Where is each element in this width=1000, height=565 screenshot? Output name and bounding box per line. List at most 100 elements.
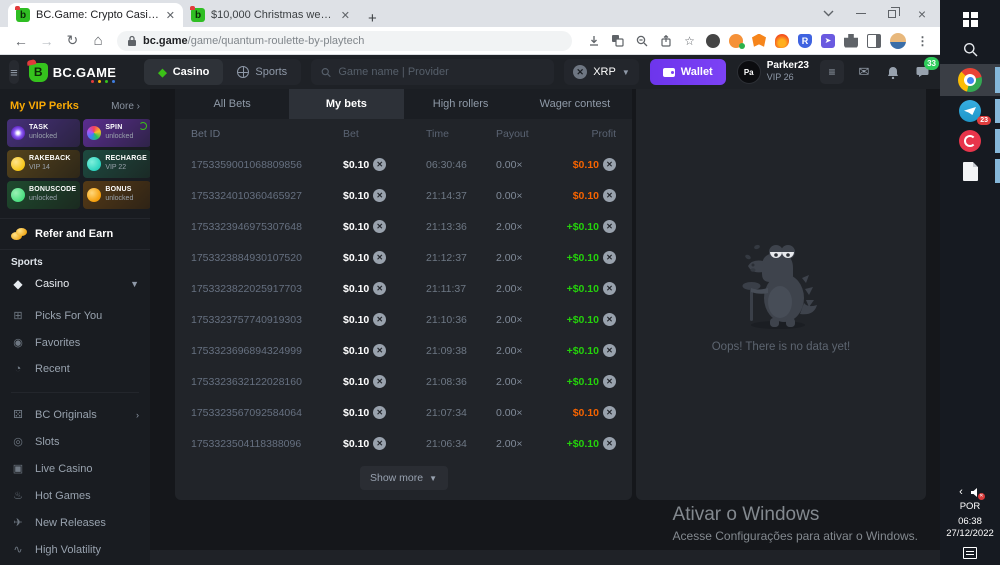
bet-row[interactable]: 1753323632122028160 $0.10✕ 21:08:36 2.00… [175, 366, 632, 397]
basketball-icon [237, 66, 249, 78]
sidebar-item[interactable]: Live Casino [0, 455, 150, 482]
vip-more-link[interactable]: More › [111, 101, 140, 112]
sidebar-item[interactable]: New Releases [0, 509, 150, 536]
bet-row[interactable]: 1753323946975307648 $0.10✕ 21:13:36 2.00… [175, 211, 632, 242]
zoom-icon[interactable] [634, 33, 649, 48]
bet-id: 1753323822025917703 [191, 283, 343, 295]
taskbar-red-app-button[interactable] [940, 126, 1000, 156]
bet-profit: +$0.10✕ [558, 282, 616, 295]
bet-row[interactable]: 1753323696894324999 $0.10✕ 21:09:38 2.00… [175, 335, 632, 366]
home-icon[interactable]: ⌂ [87, 32, 109, 49]
bet-id: 1753323946975307648 [191, 221, 343, 233]
share-icon[interactable] [658, 33, 673, 48]
extension-flame-icon[interactable] [775, 34, 789, 48]
sidebar-item[interactable]: Favorites [0, 329, 150, 356]
language-indicator[interactable]: POR [960, 501, 981, 513]
taskbar-search-button[interactable] [940, 34, 1000, 64]
vip-perk-card[interactable]: BONUS unlocked [83, 181, 150, 209]
username: Parker23 VIP 26 [767, 60, 809, 84]
window-controls: × [823, 0, 940, 27]
taskbar-chrome-button[interactable] [940, 64, 1000, 96]
metamask-icon[interactable] [752, 34, 766, 48]
sidebar-item[interactable]: Recent [0, 356, 150, 382]
bet-row[interactable]: 1753323822025917703 $0.10✕ 21:11:37 2.00… [175, 273, 632, 304]
currency-selector[interactable]: ✕ XRP ▼ [564, 59, 639, 85]
vip-perk-card[interactable]: RECHARGE VIP 22 [83, 150, 150, 178]
chat-icon[interactable]: 33 [913, 63, 931, 81]
sidebar-item[interactable]: Hot Games [0, 482, 150, 509]
back-icon[interactable]: ← [10, 33, 32, 49]
new-tab-button[interactable]: + [368, 10, 377, 27]
bet-list-icon[interactable]: ≡ [820, 60, 844, 84]
bell-icon[interactable] [884, 63, 902, 81]
tab-close-icon[interactable]: ✕ [166, 9, 175, 22]
start-button[interactable] [940, 4, 1000, 34]
sidebar-item[interactable]: BC Originals › [0, 401, 150, 428]
browser-tab-1[interactable]: b BC.Game: Crypto Casino Games ✕ [8, 3, 183, 27]
coins-icon [11, 228, 27, 240]
user-profile[interactable]: Pa Parker23 VIP 26 [737, 60, 809, 84]
restore-button[interactable] [888, 10, 896, 18]
bet-time: 21:07:34 [426, 407, 496, 419]
extension-icon[interactable] [706, 34, 720, 48]
browser-profile-avatar[interactable] [890, 33, 906, 49]
taskbar-telegram-button[interactable]: 23 [940, 96, 1000, 126]
wallet-button[interactable]: Wallet [650, 59, 726, 85]
nav-casino-button[interactable]: ◆ Casino [144, 59, 223, 85]
sidebar-item[interactable]: High Volatility [0, 536, 150, 563]
bet-amount: $0.10 [343, 438, 369, 450]
bets-tab[interactable]: High rollers [404, 89, 518, 119]
browser-tab-2[interactable]: b $10,000 Christmas week special ✕ [183, 3, 358, 27]
clock[interactable]: 06:38 27/12/2022 [946, 516, 994, 540]
bets-tab[interactable]: All Bets [175, 89, 289, 119]
extension-cursor-icon[interactable]: ➤ [821, 34, 835, 48]
sidebar-item-casino[interactable]: ◆ Casino ▼ [0, 270, 150, 298]
bets-tab[interactable]: Wager contest [518, 89, 632, 119]
close-button[interactable]: × [918, 6, 926, 22]
extensions-puzzle-icon[interactable] [844, 34, 858, 48]
side-panel-icon[interactable] [867, 34, 881, 48]
speaker-muted-icon[interactable]: ✕ [970, 487, 981, 498]
forward-icon[interactable]: → [36, 33, 58, 49]
taskbar-document-button[interactable] [940, 156, 1000, 186]
game-search[interactable] [311, 59, 554, 85]
action-center-icon[interactable] [963, 547, 977, 559]
tab-close-icon[interactable]: ✕ [341, 9, 350, 22]
bets-tab[interactable]: My bets [289, 89, 403, 119]
bet-row[interactable]: 1753324010360465927 $0.10✕ 21:14:37 0.00… [175, 180, 632, 211]
address-bar[interactable]: bc.game/game/quantum-roulette-by-playtec… [117, 31, 572, 51]
download-icon[interactable] [586, 33, 601, 48]
refresh-icon[interactable]: ↻ [62, 32, 84, 49]
sidebar-section-sports[interactable]: Sports [0, 250, 150, 270]
tab-search-chevron-icon[interactable] [823, 10, 834, 17]
sidebar-item[interactable]: Slots [0, 428, 150, 455]
show-more-button[interactable]: Show more ▼ [360, 466, 448, 490]
search-input[interactable] [338, 66, 544, 78]
bet-row[interactable]: 1753323504118388096 $0.10✕ 21:06:34 2.00… [175, 428, 632, 459]
nav-sports-button[interactable]: Sports [223, 59, 301, 85]
browser-menu-kebab-icon[interactable]: ⋮ [915, 33, 930, 48]
extension-shield-icon[interactable]: R [798, 34, 812, 48]
bcgame-logo[interactable]: B BC.GAME [29, 63, 117, 82]
xrp-coin-icon: ✕ [603, 406, 616, 419]
mail-icon[interactable]: ✉ [855, 63, 873, 81]
hidden-icons-chevron[interactable]: ‹ [959, 486, 963, 498]
extension-icon[interactable] [729, 34, 743, 48]
vip-perk-card[interactable]: TASK unlocked [7, 119, 80, 147]
tab-title: $10,000 Christmas week special [211, 9, 335, 21]
bookmark-star-icon[interactable]: ☆ [682, 33, 697, 48]
bet-row[interactable]: 1753323884930107520 $0.10✕ 21:12:37 2.00… [175, 242, 632, 273]
vip-perk-card[interactable]: BONUSCODE unlocked [7, 181, 80, 209]
translate-icon[interactable] [610, 33, 625, 48]
bet-row[interactable]: 1753323757740919303 $0.10✕ 21:10:36 2.00… [175, 304, 632, 335]
vip-perk-card[interactable]: SPIN unlocked [83, 119, 150, 147]
refer-and-earn[interactable]: Refer and Earn [0, 218, 150, 250]
bet-row[interactable]: 1753323567092584064 $0.10✕ 21:07:34 0.00… [175, 397, 632, 428]
hamburger-menu-icon[interactable]: ≡ [9, 60, 19, 84]
vip-perk-card[interactable]: RAKEBACK VIP 14 [7, 150, 80, 178]
sidebar-item[interactable]: Picks For You [0, 302, 150, 329]
sidebar-item-icon [11, 435, 25, 448]
bet-row[interactable]: 1753359001068809856 $0.10✕ 06:30:46 0.00… [175, 149, 632, 180]
bet-amount: $0.10 [343, 407, 369, 419]
minimize-button[interactable] [856, 13, 866, 15]
